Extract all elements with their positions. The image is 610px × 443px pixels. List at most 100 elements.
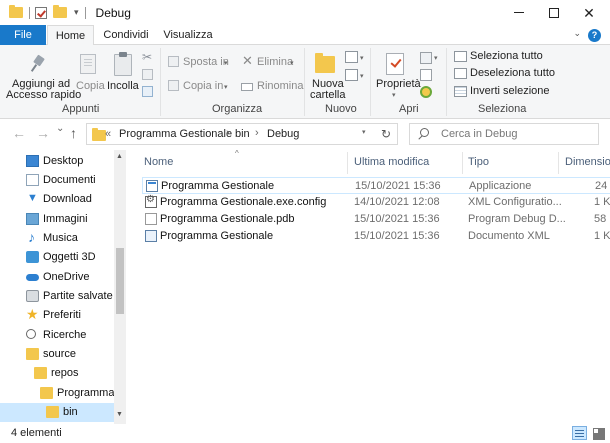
back-arrow-icon[interactable]: ← bbox=[12, 125, 26, 141]
open-icon[interactable] bbox=[420, 52, 432, 64]
sidebar-item-source[interactable]: source bbox=[0, 345, 114, 364]
scroll-down-icon[interactable]: ▼ bbox=[116, 411, 123, 418]
edit-icon[interactable] bbox=[420, 69, 432, 81]
sidebar-item-desktop[interactable]: Desktop bbox=[0, 152, 114, 171]
sidebar-item-bin[interactable]: bin bbox=[0, 403, 114, 422]
delete-dropdown-icon[interactable]: ▾ bbox=[290, 59, 294, 67]
large-icons-view-icon[interactable] bbox=[591, 426, 606, 440]
pin-to-quick-access-label-2[interactable]: Accesso rapido bbox=[6, 89, 81, 101]
breadcrumb-chevron-icon[interactable]: › bbox=[255, 127, 259, 139]
table-row[interactable]: Programma Gestionale.pdb 15/10/2021 15:3… bbox=[142, 211, 610, 228]
sidebar-item-musica[interactable]: Musica bbox=[0, 229, 114, 248]
cut-icon[interactable]: ✂ bbox=[142, 50, 152, 64]
new-item-dropdown-icon[interactable]: ▾ bbox=[360, 54, 364, 62]
breadcrumb-item-programma-gestionale[interactable]: Programma Gestionale bbox=[119, 128, 232, 140]
close-button[interactable]: ✕ bbox=[566, 0, 610, 25]
breadcrumb-chevron-icon[interactable]: › bbox=[226, 127, 230, 139]
sidebar-item-onedrive[interactable]: OneDrive bbox=[0, 268, 114, 287]
recent-locations-icon[interactable]: ⌄ bbox=[56, 123, 64, 134]
divider[interactable] bbox=[462, 152, 463, 174]
open-dropdown-icon[interactable]: ▾ bbox=[434, 54, 438, 62]
quick-access-dropdown-icon[interactable]: ▾ bbox=[74, 7, 79, 18]
table-row[interactable]: Programma Gestionale.exe.config 14/10/20… bbox=[142, 194, 610, 211]
address-dropdown-icon[interactable]: ▾ bbox=[362, 128, 366, 136]
pin-icon[interactable] bbox=[30, 54, 46, 74]
sidebar-scrollbar[interactable]: ▲ ▼ bbox=[114, 150, 126, 424]
rename-button[interactable]: Rinomina bbox=[257, 80, 303, 92]
sidebar-item-programma-gestionale[interactable]: Programma G bbox=[0, 384, 126, 403]
column-header-modified[interactable]: Ultima modifica bbox=[354, 156, 429, 168]
paste-shortcut-icon[interactable] bbox=[142, 86, 153, 97]
table-row[interactable]: Programma Gestionale 15/10/2021 15:36 Ap… bbox=[142, 177, 610, 194]
deselect-all-icon[interactable] bbox=[454, 68, 467, 79]
properties-button[interactable]: Proprietà bbox=[376, 78, 421, 90]
sidebar-item-oggetti-3d[interactable]: Oggetti 3D bbox=[0, 248, 114, 267]
copy-to-icon[interactable] bbox=[168, 80, 179, 91]
tab-home[interactable]: Home bbox=[47, 25, 94, 46]
help-icon[interactable]: ? bbox=[588, 29, 601, 42]
forward-arrow-icon[interactable]: → bbox=[36, 125, 50, 141]
move-to-dropdown-icon[interactable]: ▾ bbox=[224, 59, 228, 67]
select-all-button[interactable]: Seleziona tutto bbox=[470, 50, 543, 62]
copy-button[interactable]: Copia bbox=[76, 80, 105, 92]
properties-quick-icon[interactable] bbox=[35, 6, 47, 19]
invert-selection-button[interactable]: Inverti selezione bbox=[470, 85, 550, 97]
paste-icon[interactable] bbox=[114, 52, 132, 76]
copy-to-dropdown-icon[interactable]: ▾ bbox=[224, 83, 228, 91]
copy-icon[interactable] bbox=[80, 54, 96, 74]
copy-to-button[interactable]: Copia in bbox=[183, 80, 223, 92]
tab-view[interactable]: Visualizza bbox=[160, 25, 216, 45]
new-folder-button-2[interactable]: cartella bbox=[310, 89, 345, 101]
folder-icon bbox=[34, 367, 47, 379]
sidebar-item-ricerche[interactable]: Ricerche bbox=[0, 326, 114, 345]
divider[interactable] bbox=[558, 152, 559, 174]
expand-ribbon-icon[interactable]: ⌄ bbox=[573, 28, 581, 39]
refresh-icon[interactable]: ↻ bbox=[381, 127, 391, 141]
divider[interactable] bbox=[347, 152, 348, 174]
breadcrumb-overflow[interactable]: « bbox=[105, 128, 111, 140]
scroll-up-icon[interactable]: ▲ bbox=[116, 153, 123, 160]
details-view-icon[interactable] bbox=[572, 426, 587, 440]
tab-file[interactable]: File bbox=[0, 25, 46, 45]
rename-icon[interactable] bbox=[241, 83, 253, 91]
copy-path-icon[interactable] bbox=[142, 69, 153, 80]
history-icon[interactable] bbox=[420, 86, 432, 98]
sidebar-item-immagini[interactable]: Immagini bbox=[0, 210, 114, 229]
breadcrumb-item-bin[interactable]: bin bbox=[235, 128, 250, 140]
divider bbox=[304, 48, 305, 116]
divider bbox=[29, 6, 30, 19]
breadcrumb-item-debug[interactable]: Debug bbox=[267, 128, 299, 140]
sidebar-item-documenti[interactable]: Documenti bbox=[0, 171, 114, 190]
sidebar-item-preferiti[interactable]: Preferiti bbox=[0, 306, 114, 325]
new-folder-icon[interactable] bbox=[315, 53, 335, 73]
paste-button[interactable]: Incolla bbox=[107, 80, 139, 92]
new-folder-quick-icon[interactable] bbox=[53, 5, 67, 18]
search-input[interactable]: Cerca in Debug bbox=[409, 123, 599, 145]
group-label-nuovo: Nuovo bbox=[325, 103, 357, 115]
delete-icon[interactable]: ✕ bbox=[242, 53, 253, 69]
up-arrow-icon[interactable]: ↑ bbox=[70, 125, 77, 141]
new-item-icon[interactable] bbox=[345, 51, 358, 63]
scrollbar-thumb[interactable] bbox=[116, 248, 124, 314]
column-header-size[interactable]: Dimensione bbox=[565, 156, 610, 168]
column-header-name[interactable]: Nome bbox=[144, 156, 173, 168]
tab-share[interactable]: Condividi bbox=[100, 25, 152, 45]
move-to-button[interactable]: Sposta in bbox=[183, 56, 229, 68]
sidebar-item-repos[interactable]: repos bbox=[0, 364, 114, 383]
deselect-all-button[interactable]: Deseleziona tutto bbox=[470, 67, 555, 79]
application-icon bbox=[146, 180, 158, 192]
delete-button[interactable]: Elimina bbox=[257, 56, 293, 68]
sidebar-item-download[interactable]: Download bbox=[0, 190, 114, 209]
invert-selection-icon[interactable] bbox=[454, 86, 467, 97]
select-all-icon[interactable] bbox=[454, 51, 467, 62]
easy-access-dropdown-icon[interactable]: ▾ bbox=[360, 72, 364, 80]
column-header-type[interactable]: Tipo bbox=[468, 156, 489, 168]
address-bar[interactable]: « Programma Gestionale › bin › Debug bbox=[86, 123, 398, 145]
properties-icon[interactable] bbox=[386, 53, 404, 75]
status-bar: 4 elementi bbox=[0, 424, 610, 443]
easy-access-icon[interactable] bbox=[345, 69, 358, 81]
table-row[interactable]: Programma Gestionale 15/10/2021 15:36 Do… bbox=[142, 228, 610, 245]
properties-dropdown-icon[interactable]: ▾ bbox=[392, 91, 396, 99]
sidebar-item-partite-salvate[interactable]: Partite salvate bbox=[0, 287, 114, 306]
move-to-icon[interactable] bbox=[168, 56, 179, 67]
